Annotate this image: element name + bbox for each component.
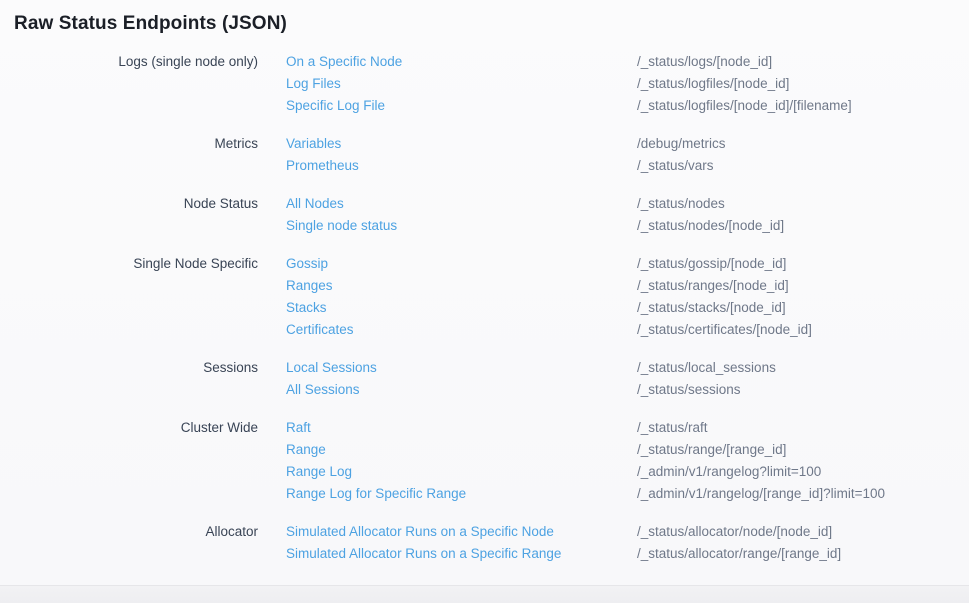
endpoint-row: Log Files /_status/logfiles/[node_id] [286,73,852,95]
endpoint-entries: All Nodes /_status/nodes Single node sta… [286,193,784,237]
endpoint-category-label: Node Status [14,193,258,215]
endpoint-row: Local Sessions /_status/local_sessions [286,357,776,379]
endpoint-link[interactable]: Range [286,439,637,461]
endpoint-path: /_status/ranges/[node_id] [637,275,789,297]
endpoint-row: All Nodes /_status/nodes [286,193,784,215]
page-title: Raw Status Endpoints (JSON) [14,13,969,35]
endpoint-link[interactable]: Specific Log File [286,95,637,117]
endpoint-row: Raft /_status/raft [286,417,885,439]
endpoint-category-label: Cluster Wide [14,417,258,439]
endpoint-path: /_status/allocator/range/[range_id] [637,543,841,565]
endpoint-link[interactable]: Raft [286,417,637,439]
endpoint-category-label: Allocator [14,521,258,543]
endpoint-path: /_status/local_sessions [637,357,776,379]
endpoint-row: Range Log /_admin/v1/rangelog?limit=100 [286,461,885,483]
endpoint-row: Single node status /_status/nodes/[node_… [286,215,784,237]
endpoint-entries: On a Specific Node /_status/logs/[node_i… [286,51,852,117]
endpoint-link[interactable]: All Sessions [286,379,637,401]
endpoint-category-label: Logs (single node only) [14,51,258,73]
endpoint-row: All Sessions /_status/sessions [286,379,776,401]
endpoint-path: /_status/nodes [637,193,725,215]
endpoint-path: /_status/gossip/[node_id] [637,253,786,275]
endpoint-row: Certificates /_status/certificates/[node… [286,319,812,341]
endpoint-link[interactable]: Local Sessions [286,357,637,379]
endpoint-group: Single Node Specific Gossip /_status/gos… [14,253,969,341]
endpoint-path: /_status/raft [637,417,708,439]
endpoint-group: Node Status All Nodes /_status/nodes Sin… [14,193,969,237]
endpoint-path: /_status/logfiles/[node_id] [637,73,789,95]
endpoint-row: Simulated Allocator Runs on a Specific R… [286,543,841,565]
endpoint-path: /_status/stacks/[node_id] [637,297,786,319]
endpoint-category-label: Single Node Specific [14,253,258,275]
endpoint-row: Ranges /_status/ranges/[node_id] [286,275,812,297]
endpoint-row: Gossip /_status/gossip/[node_id] [286,253,812,275]
endpoint-link[interactable]: All Nodes [286,193,637,215]
endpoint-row: Prometheus /_status/vars [286,155,726,177]
endpoint-link[interactable]: Range Log for Specific Range [286,483,637,505]
endpoint-group: Logs (single node only) On a Specific No… [14,51,969,117]
endpoint-link[interactable]: Single node status [286,215,637,237]
endpoint-link[interactable]: Stacks [286,297,637,319]
endpoint-entries: Simulated Allocator Runs on a Specific N… [286,521,841,565]
endpoint-category-label: Metrics [14,133,258,155]
endpoint-row: Range /_status/range/[range_id] [286,439,885,461]
endpoint-entries: Raft /_status/raft Range /_status/range/… [286,417,885,505]
endpoint-category-label: Sessions [14,357,258,379]
endpoint-link[interactable]: Prometheus [286,155,637,177]
endpoint-entries: Gossip /_status/gossip/[node_id] Ranges … [286,253,812,341]
endpoint-group: Metrics Variables /debug/metrics Prometh… [14,133,969,177]
endpoint-entries: Variables /debug/metrics Prometheus /_st… [286,133,726,177]
endpoint-row: Simulated Allocator Runs on a Specific N… [286,521,841,543]
endpoint-link[interactable]: Variables [286,133,637,155]
endpoint-link[interactable]: Simulated Allocator Runs on a Specific N… [286,521,637,543]
endpoint-link[interactable]: Gossip [286,253,637,275]
endpoint-group: Sessions Local Sessions /_status/local_s… [14,357,969,401]
raw-status-endpoints-page: Raw Status Endpoints (JSON) Logs (single… [0,0,969,603]
endpoint-path: /debug/metrics [637,133,726,155]
content-area: Raw Status Endpoints (JSON) Logs (single… [0,0,969,585]
endpoint-path: /_status/logs/[node_id] [637,51,772,73]
endpoint-path: /_admin/v1/rangelog?limit=100 [637,461,821,483]
endpoint-link[interactable]: Log Files [286,73,637,95]
endpoint-path: /_status/range/[range_id] [637,439,786,461]
endpoint-row: Variables /debug/metrics [286,133,726,155]
endpoint-groups: Logs (single node only) On a Specific No… [14,51,969,565]
endpoint-path: /_status/nodes/[node_id] [637,215,784,237]
endpoint-link[interactable]: Ranges [286,275,637,297]
endpoint-group: Cluster Wide Raft /_status/raft Range /_… [14,417,969,505]
page-bottom-background [0,585,969,603]
endpoint-path: /_status/vars [637,155,714,177]
endpoint-path: /_status/logfiles/[node_id]/[filename] [637,95,852,117]
endpoint-link[interactable]: Simulated Allocator Runs on a Specific R… [286,543,637,565]
endpoint-row: Range Log for Specific Range /_admin/v1/… [286,483,885,505]
endpoint-row: Stacks /_status/stacks/[node_id] [286,297,812,319]
endpoint-path: /_status/sessions [637,379,741,401]
endpoint-link[interactable]: Range Log [286,461,637,483]
endpoint-row: Specific Log File /_status/logfiles/[nod… [286,95,852,117]
endpoint-group: Allocator Simulated Allocator Runs on a … [14,521,969,565]
endpoint-row: On a Specific Node /_status/logs/[node_i… [286,51,852,73]
endpoint-entries: Local Sessions /_status/local_sessions A… [286,357,776,401]
endpoint-path: /_status/certificates/[node_id] [637,319,812,341]
endpoint-link[interactable]: Certificates [286,319,637,341]
endpoint-path: /_admin/v1/rangelog/[range_id]?limit=100 [637,483,885,505]
endpoint-link[interactable]: On a Specific Node [286,51,637,73]
endpoint-path: /_status/allocator/node/[node_id] [637,521,832,543]
